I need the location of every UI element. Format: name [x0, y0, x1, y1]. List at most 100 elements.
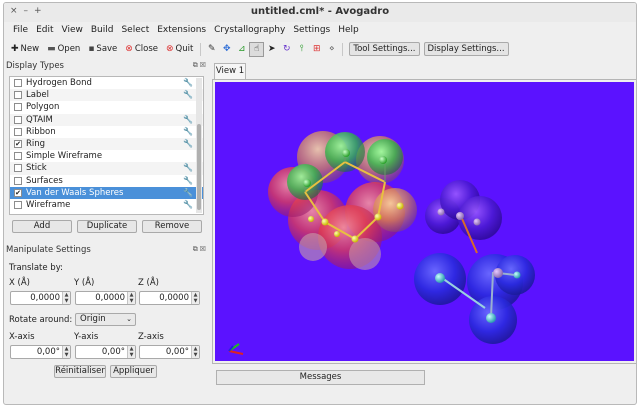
manipulate-tool-icon[interactable]: ☝	[249, 41, 265, 57]
menu-crystallography[interactable]: Crystallography	[210, 23, 289, 40]
new-label: New	[20, 44, 40, 54]
save-button[interactable]: ▪ Save	[85, 43, 120, 55]
x-translate-spinbox[interactable]: 0,0000 ▲ ▼	[10, 291, 71, 305]
draw-tool-icon[interactable]: ✎	[205, 43, 218, 56]
duplicate-button[interactable]: Duplicate	[77, 220, 137, 233]
rotate-around-label: Rotate around:	[9, 315, 73, 325]
checkbox[interactable]	[14, 200, 22, 209]
z-translate-spinbox[interactable]: 0,0000 ▲ ▼	[139, 291, 200, 305]
select-tool-icon[interactable]: ➤	[265, 43, 278, 56]
list-item[interactable]: Surfaces 🔧	[10, 175, 203, 187]
new-button[interactable]: ✚ New	[8, 43, 42, 55]
chevron-down-icon: ⌄	[126, 315, 132, 323]
display-types-list: Hydrogen Bond 🔧 Label 🔧 Polygon QTAIM 🔧 …	[9, 76, 204, 215]
list-item-label: Surfaces	[26, 175, 63, 186]
z-translate-label: Z (Å)	[138, 278, 159, 288]
checkbox[interactable]	[14, 103, 22, 112]
rotate-tool-icon[interactable]: ↻	[280, 43, 293, 56]
spinbox-value: 0,0000	[30, 293, 60, 303]
list-item[interactable]: Hydrogen Bond 🔧	[10, 77, 203, 89]
display-settings-button[interactable]: Display Settings...	[423, 42, 509, 56]
menu-bar: File Edit View Build Select Extensions C…	[4, 23, 636, 40]
wrench-icon[interactable]: 🔧	[183, 90, 193, 99]
wrench-icon[interactable]: 🔧	[183, 115, 193, 124]
wrench-icon[interactable]: 🔧	[183, 188, 193, 197]
rotate-around-select[interactable]: Origin ⌄	[75, 313, 136, 326]
wrench-icon[interactable]: 🔧	[183, 78, 193, 87]
checkbox[interactable]	[14, 79, 22, 88]
wrench-icon[interactable]: 🔧	[183, 176, 193, 185]
list-item[interactable]: Simple Wireframe	[10, 150, 203, 162]
messages-tab[interactable]: Messages	[216, 370, 425, 385]
save-label: Save	[96, 44, 118, 54]
tool-settings-button[interactable]: Tool Settings...	[349, 42, 420, 56]
spinbox-arrows-icon[interactable]: ▲ ▼	[191, 292, 199, 304]
z-rotate-spinbox[interactable]: 0,00° ▲ ▼	[139, 345, 200, 359]
navigate-tool-icon[interactable]: ✥	[220, 43, 233, 56]
checkbox[interactable]	[14, 115, 22, 124]
new-icon: ✚	[11, 44, 19, 54]
spinbox-arrows-icon[interactable]: ▲ ▼	[191, 346, 199, 358]
open-label: Open	[57, 44, 81, 54]
spinbox-value: 0,0000	[95, 293, 125, 303]
align-tool-icon[interactable]: ⫯	[295, 43, 308, 56]
scrollbar-thumb[interactable]	[197, 124, 201, 210]
list-item[interactable]: ✔ Ring 🔧	[10, 137, 203, 151]
spinbox-arrows-icon[interactable]: ▲ ▼	[62, 346, 70, 358]
spinbox-value: 0,00°	[36, 347, 60, 357]
spinbox-arrows-icon[interactable]: ▲ ▼	[127, 292, 135, 304]
z-axis-label: Z-axis	[138, 332, 164, 342]
spinbox-arrows-icon[interactable]: ▲ ▼	[62, 292, 70, 304]
wrench-icon[interactable]: 🔧	[183, 163, 193, 172]
measure-tool-icon[interactable]: ⊿	[235, 43, 248, 56]
add-button[interactable]: Add	[12, 220, 72, 233]
menu-view[interactable]: View	[58, 23, 87, 40]
list-item[interactable]: Polygon	[10, 101, 203, 113]
menu-edit[interactable]: Edit	[32, 23, 57, 40]
checkbox-checked[interactable]: ✔	[14, 140, 22, 149]
x-rotate-spinbox[interactable]: 0,00° ▲ ▼	[10, 345, 71, 359]
menu-file[interactable]: File	[9, 23, 32, 40]
extension-tool-icon[interactable]: ⊞	[310, 43, 323, 56]
menu-build[interactable]: Build	[87, 23, 118, 40]
molecule-viewport[interactable]	[215, 82, 634, 361]
checkbox[interactable]	[14, 164, 22, 173]
list-item-label: Label	[26, 90, 49, 101]
checkbox[interactable]	[14, 127, 22, 136]
quit-button[interactable]: ⊗ Quit	[163, 43, 196, 55]
float-icon[interactable]: ⧉	[193, 61, 198, 70]
list-item[interactable]: Stick 🔧	[10, 162, 203, 175]
y-rotate-spinbox[interactable]: 0,00° ▲ ▼	[75, 345, 136, 359]
remove-button[interactable]: Remove	[142, 220, 202, 233]
checkbox[interactable]	[14, 91, 22, 100]
list-item[interactable]: Ribbon 🔧	[10, 126, 203, 138]
menu-select[interactable]: Select	[117, 23, 153, 40]
list-item[interactable]: Label 🔧	[10, 89, 203, 102]
menu-settings[interactable]: Settings	[289, 23, 334, 40]
spinbox-arrows-icon[interactable]: ▲ ▼	[127, 346, 135, 358]
wrench-icon[interactable]: 🔧	[183, 127, 193, 136]
y-translate-spinbox[interactable]: 0,0000 ▲ ▼	[75, 291, 136, 305]
list-scrollbar[interactable]	[196, 78, 202, 213]
title-bar: × – + untitled.cml* - Avogadro	[4, 3, 636, 22]
wrench-icon[interactable]: 🔧	[183, 200, 193, 209]
close-button[interactable]: ⊗ Close	[122, 43, 161, 55]
open-button[interactable]: ▬ Open	[44, 43, 83, 55]
autoopt-tool-icon[interactable]: ⋄	[325, 43, 338, 56]
list-item[interactable]: QTAIM 🔧	[10, 113, 203, 126]
list-item-selected[interactable]: ✔ Van der Waals Spheres 🔧	[10, 186, 203, 199]
menu-help[interactable]: Help	[334, 23, 363, 40]
apply-button[interactable]: Appliquer	[110, 365, 157, 378]
checkbox-checked[interactable]: ✔	[14, 188, 22, 197]
reset-button[interactable]: Réinitialiser	[54, 365, 106, 378]
list-item[interactable]: Wireframe 🔧	[10, 199, 203, 211]
menu-extensions[interactable]: Extensions	[153, 23, 210, 40]
float-icon[interactable]: ⧉	[193, 245, 198, 254]
close-icon[interactable]: ☒	[200, 245, 206, 254]
wrench-icon[interactable]: 🔧	[183, 139, 193, 148]
checkbox[interactable]	[14, 176, 22, 185]
close-icon[interactable]: ☒	[200, 61, 206, 70]
checkbox[interactable]	[14, 152, 22, 161]
molecule-render[interactable]	[215, 82, 634, 361]
tab-view-1[interactable]: View 1	[214, 63, 246, 79]
